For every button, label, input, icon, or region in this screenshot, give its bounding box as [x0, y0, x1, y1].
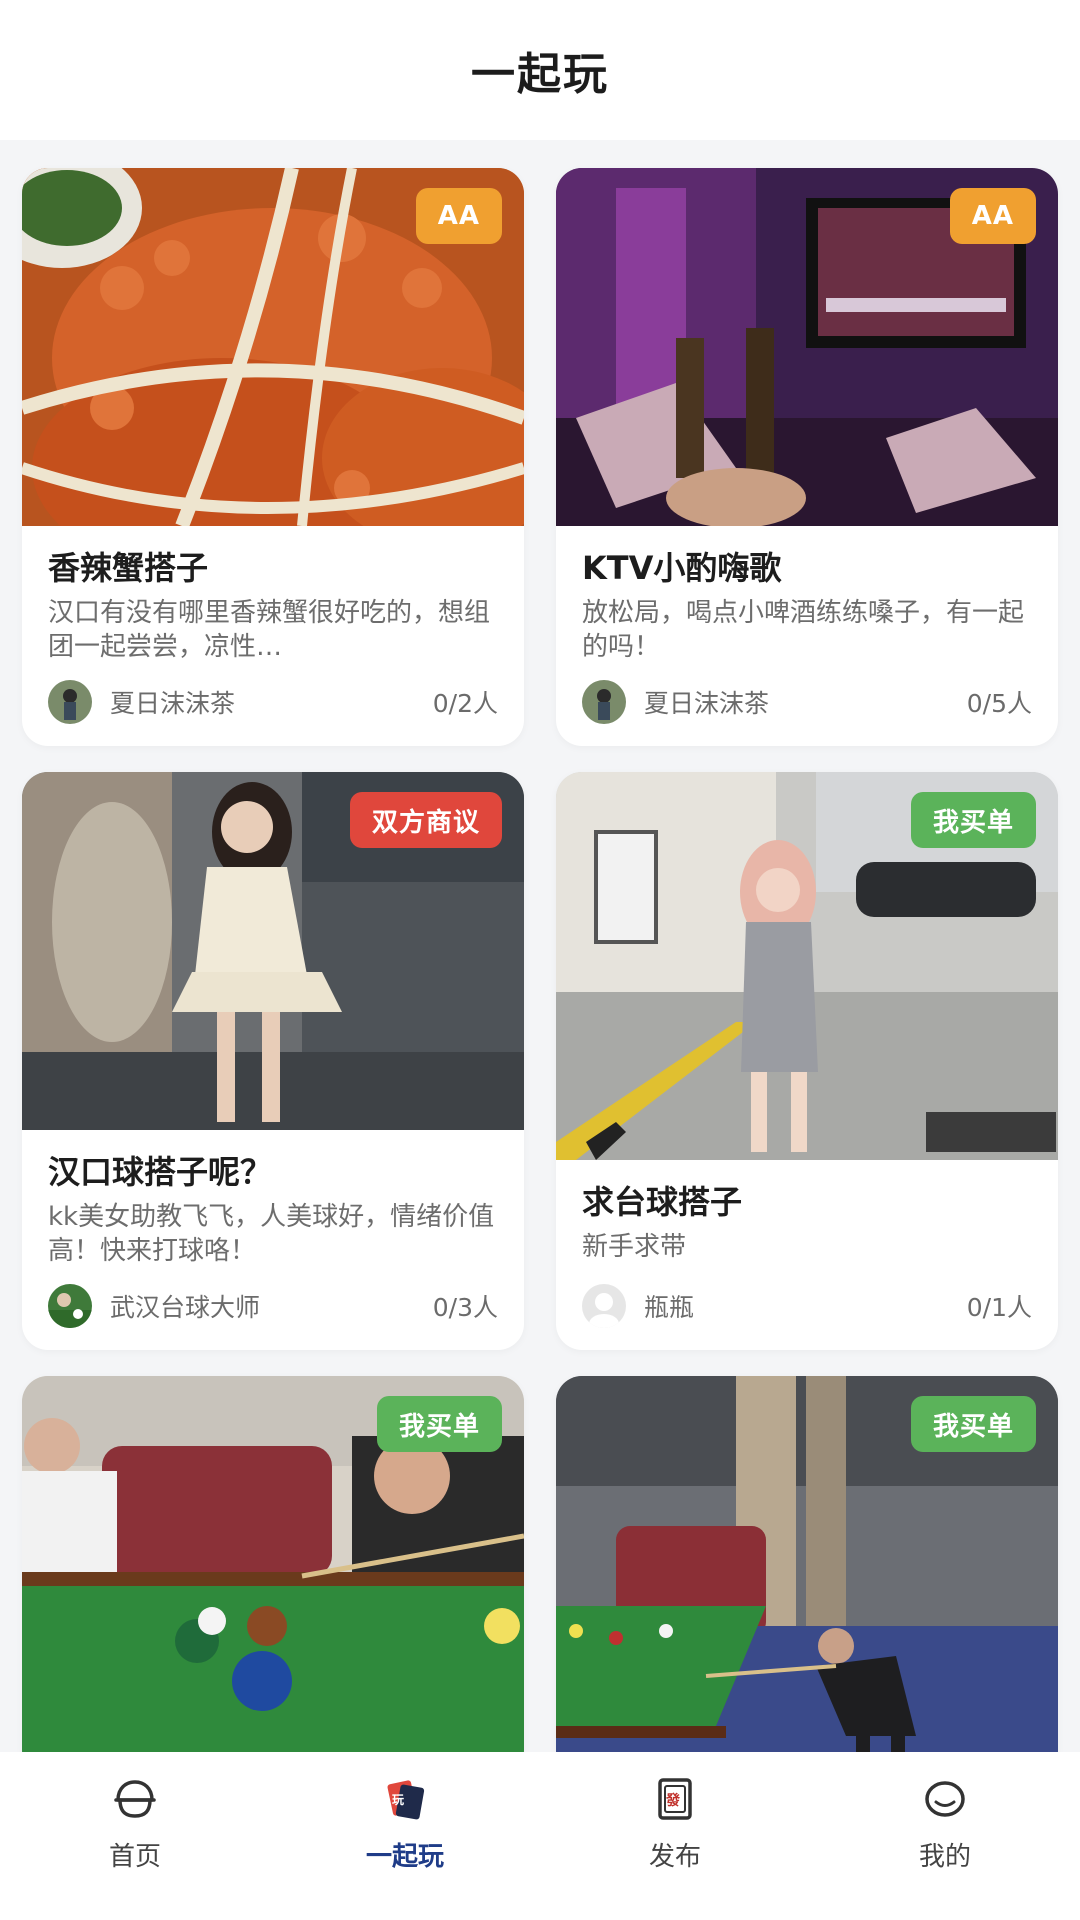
activity-card[interactable]: AA 香辣蟹搭子 汉口有没有哪里香辣蟹很好吃的，想组团一起尝尝，凉性… 夏日沫沫…	[22, 168, 524, 746]
tab-label: 首页	[108, 1842, 161, 1872]
play-together-icon: 玩	[387, 1780, 425, 1820]
cost-badge: AA	[949, 188, 1036, 244]
avatar[interactable]	[48, 1284, 92, 1328]
tab-publish[interactable]: 發 发布	[540, 1752, 810, 1920]
card-image: 我买单	[22, 1376, 524, 1776]
tab-home[interactable]: 首页	[0, 1752, 270, 1920]
card-image: 双方商议	[22, 772, 524, 1130]
card-description: 新手求带	[582, 1232, 687, 1262]
card-title: 汉口球搭子呢？	[48, 1153, 273, 1191]
card-image: 我买单	[556, 1376, 1058, 1776]
participant-count: 0/1人	[966, 1293, 1032, 1322]
card-description: 汉口有没有哪里香辣蟹很好吃的，想组团一起尝尝，凉性…	[48, 598, 491, 662]
card-image: AA	[22, 168, 524, 526]
activity-card[interactable]: AA KTV小酌嗨歌 放松局，喝点小啤酒练练嗓子，有一起的吗！ 夏日沫沫茶 0/…	[556, 168, 1058, 746]
organizer-name: 瓶瓶	[644, 1293, 695, 1322]
activity-card[interactable]: 我买单	[22, 1376, 524, 1776]
activity-card[interactable]: 我买单	[556, 1376, 1058, 1776]
card-description: kk美女助教飞飞，人美球好，情绪价值高！快来打球咯！	[48, 1202, 495, 1266]
card-image: AA	[556, 168, 1058, 526]
activity-card[interactable]: 我买单 求台球搭子 新手求带 瓶瓶 0/1人	[556, 772, 1058, 1350]
svg-text:發: 發	[665, 1792, 681, 1809]
tab-play-together[interactable]: 玩 一起玩	[270, 1752, 540, 1920]
avatar[interactable]	[582, 1284, 626, 1328]
avatar[interactable]	[48, 680, 92, 724]
tab-label: 一起玩	[365, 1842, 444, 1872]
card-title: 香辣蟹搭子	[48, 549, 209, 587]
profile-icon	[925, 1781, 965, 1817]
participant-count: 0/3人	[432, 1293, 498, 1322]
tab-label: 我的	[918, 1842, 971, 1872]
organizer-name: 武汉台球大师	[110, 1293, 261, 1322]
participant-count: 0/5人	[966, 689, 1032, 718]
home-icon	[114, 1780, 156, 1818]
card-description: 放松局，喝点小啤酒练练嗓子，有一起的吗！	[582, 598, 1025, 662]
cost-badge: 我买单	[910, 792, 1036, 848]
participant-count: 0/2人	[432, 689, 498, 718]
cost-badge: 双方商议	[349, 792, 502, 848]
header: 一起玩	[0, 0, 1080, 140]
svg-text:玩: 玩	[392, 1793, 404, 1807]
page-title: 一起玩	[471, 49, 609, 100]
activity-card[interactable]: 双方商议 汉口球搭子呢？ kk美女助教飞飞，人美球好，情绪价值高！快来打球咯！ …	[22, 772, 524, 1350]
cost-badge: 我买单	[910, 1396, 1036, 1452]
tab-label: 发布	[648, 1842, 701, 1872]
card-image: 我买单	[556, 772, 1058, 1160]
organizer-name: 夏日沫沫茶	[644, 689, 770, 718]
cost-badge: 我买单	[376, 1396, 502, 1452]
organizer-name: 夏日沫沫茶	[110, 689, 236, 718]
card-title: KTV小酌嗨歌	[582, 549, 782, 587]
card-title: 求台球搭子	[582, 1183, 743, 1221]
cost-badge: AA	[415, 188, 502, 244]
bottom-tab-bar: 首页 玩 一起玩 發 发布 我的	[0, 1752, 1080, 1920]
avatar[interactable]	[582, 680, 626, 724]
publish-icon: 發	[658, 1778, 692, 1820]
tab-profile[interactable]: 我的	[810, 1752, 1080, 1920]
